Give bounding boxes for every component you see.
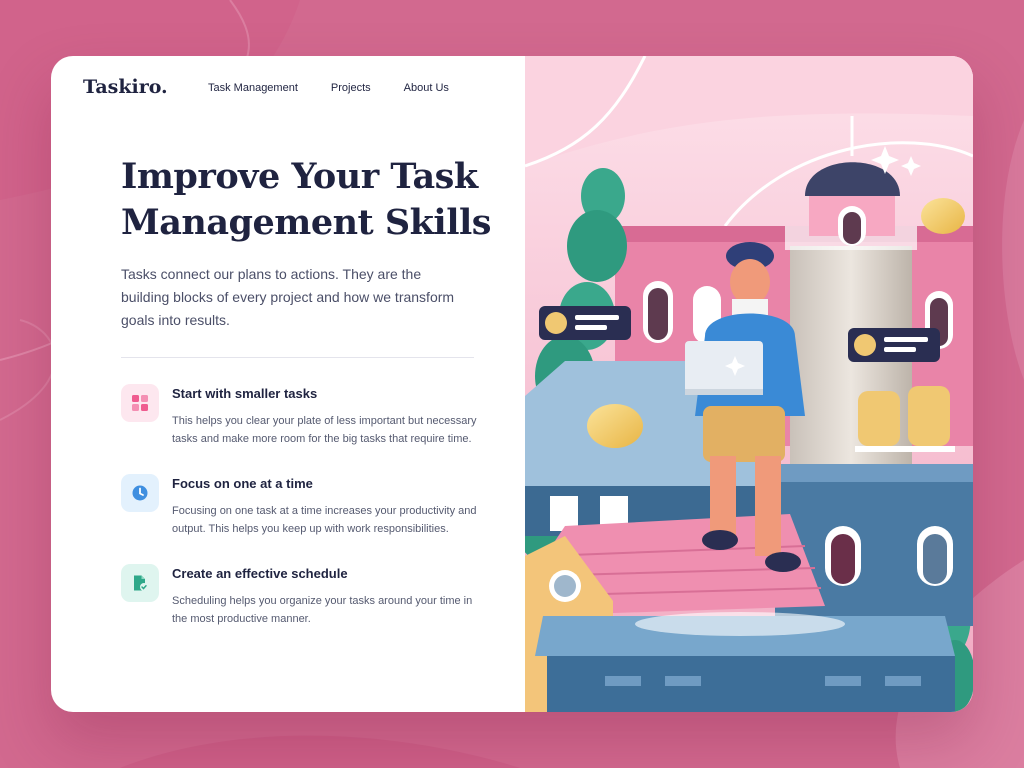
- feature-text: This helps you clear your plate of less …: [172, 415, 477, 445]
- main-nav: Task Management Projects About Us: [208, 82, 449, 94]
- clock-icon: [121, 474, 159, 512]
- content-panel: Taskiro. Task Management Projects About …: [51, 56, 525, 712]
- nav-projects[interactable]: Projects: [331, 82, 371, 94]
- nav-task-management[interactable]: Task Management: [208, 82, 298, 94]
- hero-illustration: [525, 56, 973, 712]
- feature-text: Scheduling helps you organize your tasks…: [172, 595, 473, 625]
- feature-title: Focus on one at a time: [172, 476, 313, 491]
- feature-title: Create an effective schedule: [172, 566, 348, 581]
- hero-title: Improve Your Task Management Skills: [121, 156, 492, 243]
- grid-icon: [121, 384, 159, 422]
- nav-about-us[interactable]: About Us: [404, 82, 449, 94]
- brand-logo[interactable]: Taskiro.: [83, 76, 168, 98]
- hero-card: Taskiro. Task Management Projects About …: [51, 56, 973, 712]
- feature-title: Start with smaller tasks: [172, 386, 318, 401]
- divider: [121, 357, 474, 358]
- feature-text: Focusing on one task at a time increases…: [172, 505, 477, 535]
- hero-description: Tasks connect our plans to actions. They…: [121, 266, 455, 328]
- document-check-icon: [121, 564, 159, 602]
